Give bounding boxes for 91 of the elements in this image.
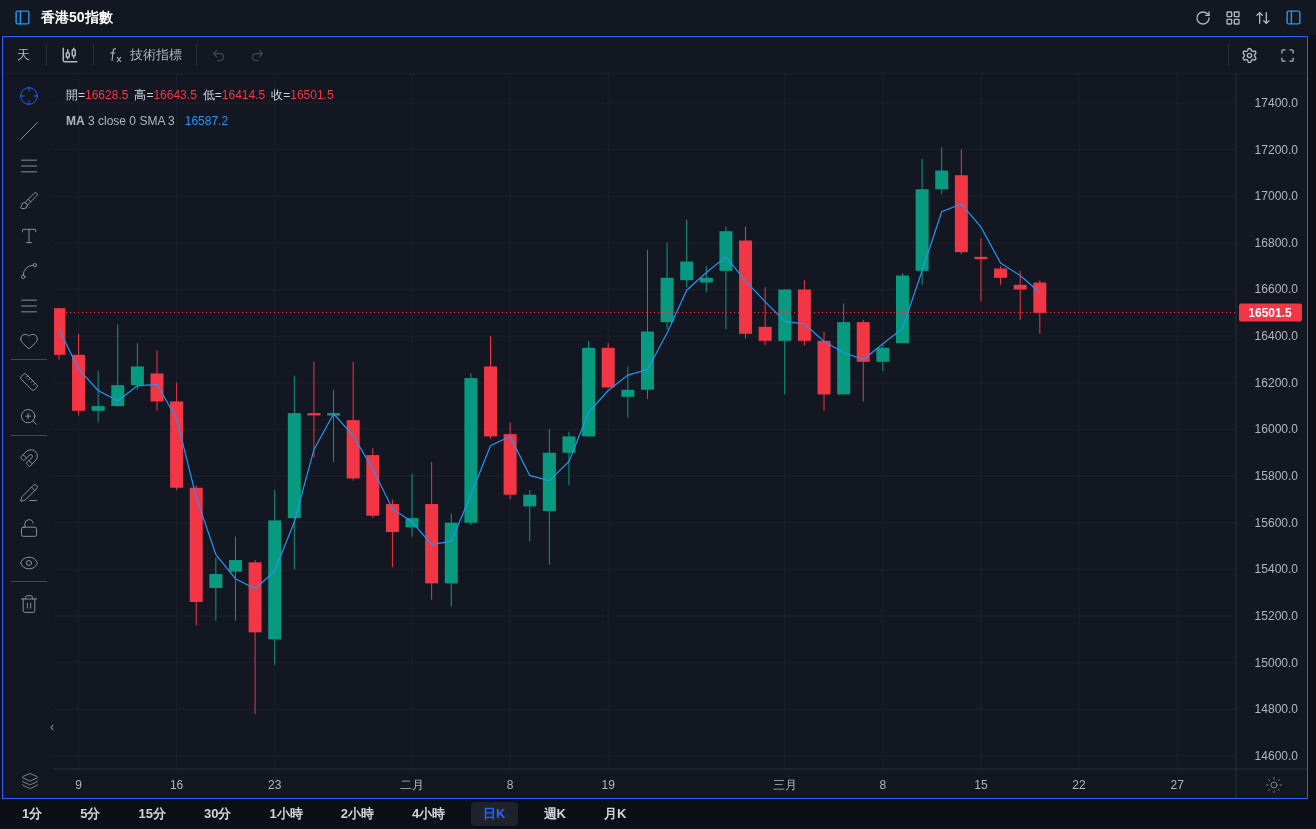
sort-icon[interactable] [1255, 9, 1271, 26]
price-axis-label: 14800.0 [1254, 702, 1298, 717]
interval-button[interactable]: 天 [15, 45, 32, 65]
candle [876, 342, 890, 372]
candle [1033, 279, 1047, 335]
candle [150, 349, 164, 412]
study-name: MA 3 close 0 SMA 3 [66, 113, 175, 130]
candle [385, 498, 399, 568]
candle [758, 286, 772, 346]
time-axis-label: 二月 [400, 778, 425, 792]
window-title: 香港50指數 [41, 8, 113, 27]
function-icon [108, 47, 122, 63]
refresh-icon[interactable] [1195, 9, 1211, 26]
timeframe-tab[interactable]: 2小時 [328, 802, 386, 826]
candle [523, 489, 537, 542]
ohlc-value: 收=16501.5 [271, 87, 334, 104]
candle [935, 146, 949, 195]
candle [1013, 270, 1027, 321]
crosshair-icon[interactable] [18, 86, 39, 106]
trash-icon[interactable] [18, 594, 39, 614]
magnet-icon[interactable] [18, 448, 39, 468]
ohlc-value: 高=16643.5 [134, 87, 197, 104]
candle [366, 447, 380, 519]
time-axis-label: 15 [974, 778, 988, 792]
price-axis-label: 14600.0 [1254, 748, 1298, 763]
time-axis-label: 22 [1072, 778, 1086, 792]
price-axis-label: 15200.0 [1254, 609, 1298, 623]
time-axis-label: 三月 [772, 778, 797, 792]
price-axis-label: 15400.0 [1254, 562, 1298, 577]
time-axis-label: 23 [268, 778, 282, 792]
heart-icon[interactable] [18, 331, 39, 351]
time-axis-label: 19 [601, 778, 615, 792]
candle [54, 307, 66, 360]
ohlc-value: 開=16628.5 [66, 87, 129, 104]
timeframe-tab[interactable]: 週K [531, 802, 578, 826]
line-icon[interactable] [18, 121, 39, 141]
price-axis-label: 16000.0 [1254, 422, 1298, 437]
candle [974, 237, 988, 302]
price-axis-label: 16200.0 [1254, 375, 1298, 390]
time-axis-label: 8 [879, 778, 887, 792]
price-axis-label: 15600.0 [1254, 515, 1298, 530]
candle [994, 265, 1008, 286]
price-axis-label: 16800.0 [1254, 235, 1298, 250]
layers-icon[interactable] [21, 772, 39, 790]
timeframe-tab[interactable]: 5分 [68, 802, 113, 826]
settings-icon[interactable] [1241, 46, 1258, 64]
timeframe-tab[interactable]: 月K [591, 802, 639, 826]
timeframe-tab[interactable]: 4小時 [399, 802, 458, 826]
candle [130, 342, 144, 391]
unlock-icon[interactable] [18, 518, 39, 538]
study-value: 16587.2 [184, 113, 229, 130]
time-axis-label: 16 [169, 778, 184, 792]
candles-icon[interactable] [61, 46, 79, 64]
price-axis-label: 17400.0 [1254, 95, 1298, 110]
zoom-in-icon[interactable] [18, 407, 39, 427]
timeframe-tab[interactable]: 1分 [10, 802, 55, 826]
panel-icon[interactable] [1285, 9, 1302, 26]
fullscreen-icon[interactable] [1280, 47, 1295, 63]
ohlc-value: 低=16414.5 [202, 87, 266, 104]
price-axis-label: 15000.0 [1254, 655, 1298, 670]
candle [405, 473, 419, 538]
candle [209, 557, 223, 622]
ruler-icon[interactable] [18, 372, 39, 392]
candle [699, 265, 713, 293]
collapse-toggle[interactable]: ‹ [50, 718, 54, 736]
candle [601, 342, 615, 388]
candle [896, 272, 909, 344]
candle [797, 279, 811, 346]
pattern-icon[interactable] [18, 261, 39, 281]
price-axis-label: 16600.0 [1254, 282, 1298, 297]
candle [91, 370, 105, 423]
time-axis-label: 8 [506, 778, 514, 792]
brush-icon[interactable] [18, 191, 39, 211]
time-axis-label: 27 [1170, 778, 1184, 792]
time-axis-label: 9 [75, 778, 82, 792]
price-axis-label: 17200.0 [1254, 142, 1298, 157]
price-axis-label: 17000.0 [1254, 189, 1298, 204]
price-axis-label: 16400.0 [1254, 329, 1298, 344]
price-axis-label: 15800.0 [1254, 469, 1298, 484]
price-tag: 16501.5 [1239, 303, 1302, 322]
candle [621, 365, 635, 419]
timeframe-tab[interactable]: 15分 [126, 802, 178, 826]
candle [562, 431, 576, 486]
grid-icon[interactable] [1225, 9, 1241, 26]
indicators-button[interactable]: 技術指標 [108, 45, 182, 65]
timeframe-tab[interactable]: 30分 [191, 802, 244, 826]
panel-icon[interactable] [14, 9, 31, 26]
candle [680, 219, 694, 288]
timeframe-tab[interactable]: 1小時 [257, 802, 315, 826]
sun-icon[interactable] [1265, 776, 1283, 794]
ref-line-label: 16501.5 [1248, 305, 1293, 320]
